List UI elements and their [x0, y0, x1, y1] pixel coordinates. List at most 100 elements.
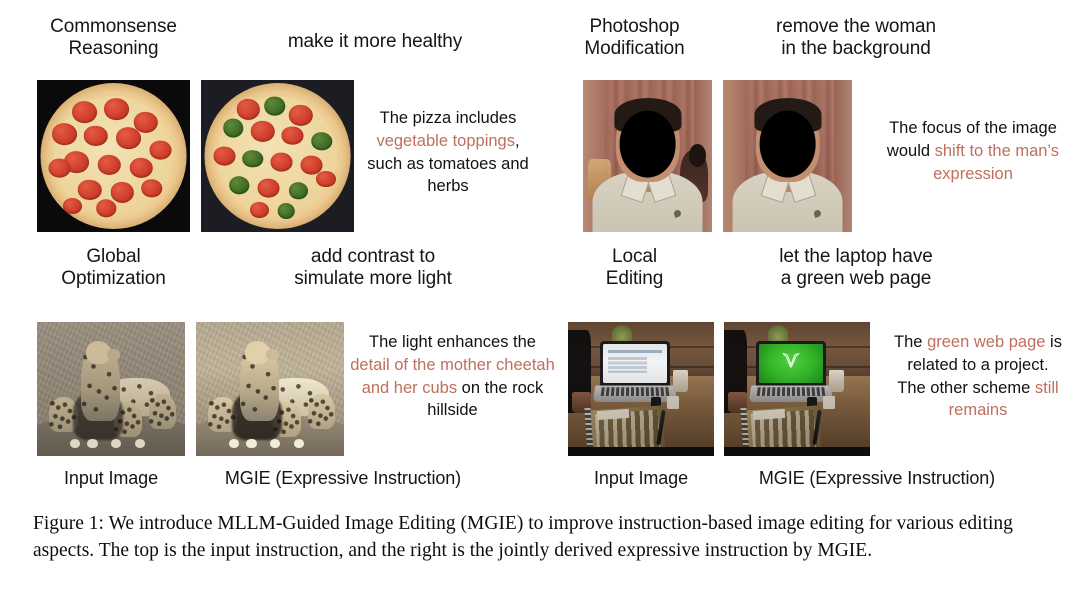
cheetah-cub [149, 394, 177, 430]
mother-cheetah-snout [106, 348, 120, 360]
mother-cheetah-snout [265, 348, 279, 360]
cheetah-paw [87, 438, 98, 448]
photo-bottom-band [568, 446, 714, 456]
category-label-photoshop-modification: Photoshop Modification [553, 16, 716, 61]
herb-topping [288, 182, 308, 200]
instruction-text-line2: a green web page [780, 268, 932, 290]
cheetah-spots [149, 394, 177, 430]
man-portrait-with-woman-photo [583, 80, 712, 232]
pepperoni-pizza-photo [37, 80, 190, 232]
tomato-topping [257, 178, 280, 198]
pepperoni-slice [141, 179, 162, 197]
tomato-topping [250, 201, 270, 219]
tomato-topping [251, 120, 275, 142]
category-label-commonsense-reasoning: Commonsense Reasoning [26, 16, 201, 61]
tomato-topping [213, 146, 236, 166]
instruction-label-add-contrast: add contrast to simulate more light [213, 246, 533, 291]
category-label-line1: Commonsense [50, 16, 177, 37]
pepperoni-slice [62, 197, 82, 214]
cheetah-paw [69, 438, 80, 448]
tomato-topping [289, 104, 313, 126]
tomato-topping [316, 171, 336, 188]
desk-laptop-photo [568, 322, 714, 456]
instruction-text-line2: simulate more light [294, 268, 452, 290]
cheetah-paw [246, 438, 257, 448]
pepperoni-slice [97, 154, 121, 175]
category-label-line1: Global [86, 246, 141, 267]
expressive-text-highlight: vegetable toppings [376, 131, 515, 150]
pepperoni-slice [103, 98, 129, 121]
pizza-crust [204, 83, 351, 229]
column-caption-mgie-left: MGIE (Expressive Instruction) [224, 468, 462, 488]
tomato-topping [236, 99, 260, 120]
pepperoni-slice [84, 125, 108, 146]
column-caption-input-image-right: Input Image [594, 468, 688, 488]
herb-topping [311, 132, 332, 151]
lighting-vignette [568, 322, 714, 456]
category-label-line2: Modification [584, 38, 685, 60]
category-label-line2: Editing [605, 268, 664, 290]
pepperoni-slice [129, 157, 154, 178]
category-label-line2: Optimization [61, 268, 166, 290]
instruction-text-line1: remove the woman [776, 16, 936, 37]
lighting-vignette [724, 322, 870, 456]
face-redaction-circle [619, 110, 676, 178]
tomato-topping [270, 152, 293, 172]
tomato-topping [300, 155, 323, 175]
expressive-instruction-local-editing: The green web page is related to a proje… [892, 331, 1064, 422]
pepperoni-slice [48, 158, 71, 178]
woman-head [688, 143, 706, 167]
pizza-crust [40, 83, 187, 229]
pepperoni-slice [115, 127, 141, 150]
column-caption-mgie-right: MGIE (Expressive Instruction) [758, 468, 996, 488]
instruction-text-line1: add contrast to [310, 246, 436, 267]
expressive-instruction-commonsense-reasoning: The pizza includes vegetable toppings, s… [360, 107, 536, 198]
photo-bottom-band [724, 446, 870, 456]
herb-topping [264, 96, 285, 116]
pepperoni-slice [52, 123, 78, 146]
tomato-topping [281, 126, 304, 146]
expressive-text-segment: The [894, 333, 928, 351]
pepperoni-slice [78, 179, 102, 200]
pepperoni-slice [95, 199, 117, 218]
figure-caption: Figure 1: We introduce MLLM-Guided Image… [33, 513, 1013, 561]
pepperoni-slice [134, 112, 158, 133]
expressive-text-segment: The pizza includes [379, 109, 517, 127]
pepperoni-slice [149, 140, 172, 160]
instruction-label-green-web-page: let the laptop have a green web page [722, 246, 990, 291]
herb-topping [223, 118, 244, 138]
instruction-text: make it more healthy [287, 31, 463, 52]
instruction-label-remove-the-woman: remove the woman in the background [718, 16, 994, 61]
vegetable-pizza-photo [201, 80, 354, 232]
cheetah-family-photo [37, 322, 185, 456]
man-portrait-woman-removed-photo [723, 80, 852, 232]
instruction-text-line1: let the laptop have [779, 246, 933, 267]
face-redaction-circle [759, 110, 816, 178]
herb-topping [277, 203, 296, 220]
category-label-line1: Photoshop [589, 16, 680, 37]
pepperoni-slice [71, 101, 97, 124]
category-label-line2: Reasoning [68, 38, 159, 60]
herb-topping [242, 150, 263, 168]
pepperoni-slice [110, 182, 135, 203]
cheetah-cub [308, 394, 336, 430]
column-caption-input-image-left: Input Image [64, 468, 158, 488]
expressive-instruction-photoshop-modification: The focus of the image would shift to th… [880, 117, 1066, 185]
category-label-global-optimization: Global Optimization [26, 246, 201, 291]
expressive-text-highlight: shift to the man’s expression [933, 141, 1060, 183]
herb-topping [229, 176, 250, 194]
cheetah-family-brightened-photo [196, 322, 344, 456]
expressive-text-highlight: green web page [927, 333, 1046, 351]
category-label-line1: Local [612, 246, 657, 267]
cheetah-paw [293, 438, 305, 448]
expressive-instruction-global-optimization: The light enhances the detail of the mot… [350, 331, 555, 422]
instruction-text-line2: in the background [781, 38, 931, 60]
figure-1-container: Commonsense Reasoning make it more healt… [0, 0, 1068, 601]
cheetah-paw [134, 438, 146, 448]
desk-laptop-green-screen-photo [724, 322, 870, 456]
category-label-local-editing: Local Editing [553, 246, 716, 291]
expressive-text-segment: The light enhances the [369, 333, 536, 351]
instruction-label-make-it-more-healthy: make it more healthy [200, 31, 550, 53]
cheetah-paw [228, 438, 239, 448]
cheetah-spots [308, 394, 336, 430]
